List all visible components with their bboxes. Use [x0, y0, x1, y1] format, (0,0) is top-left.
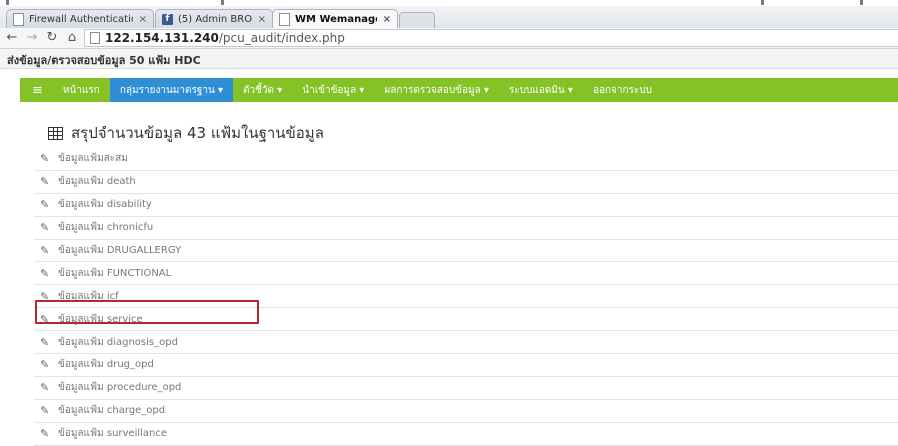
- tab-title: Firewall Authentication: [29, 13, 133, 25]
- url-path: /pcu_audit/index.php: [218, 31, 345, 45]
- edit-icon: ✎: [40, 221, 50, 235]
- tab-wm-wemanager[interactable]: WM Wemanager ×: [272, 9, 398, 28]
- list-item[interactable]: ✎ ข้อมูลแฟ้มสะสม: [34, 148, 898, 171]
- tab-title: (5) Admin BRO: [178, 13, 252, 25]
- menu-standard-reports[interactable]: กลุ่มรายงานมาตรฐาน ▾: [109, 78, 234, 102]
- edit-icon: ✎: [40, 404, 50, 418]
- list-item-label[interactable]: ข้อมูลแฟ้ม surveillance: [58, 426, 167, 441]
- close-icon[interactable]: ×: [258, 14, 266, 25]
- list-item-label[interactable]: ข้อมูลแฟ้ม DRUGALLERGY: [58, 243, 181, 258]
- tab-title: WM Wemanager: [295, 13, 377, 25]
- table-icon: [48, 126, 63, 140]
- page-icon: [13, 12, 24, 26]
- list-item-label[interactable]: ข้อมูลแฟ้ม drug_opd: [58, 357, 154, 372]
- tab-admin-bro[interactable]: f (5) Admin BRO ×: [155, 9, 273, 28]
- edit-icon: ✎: [40, 244, 50, 257]
- main-menu: ≡ หน้าแรก กลุ่มรายงานมาตรฐาน ▾ ตัวชี้วัด…: [20, 78, 898, 102]
- reload-icon[interactable]: ↻: [44, 29, 60, 47]
- list-item-label[interactable]: ข้อมูลแฟ้ม charge_opd: [58, 403, 165, 418]
- tab-firewall-authentication[interactable]: Firewall Authentication ×: [6, 9, 154, 28]
- menu-import-data[interactable]: นำเข้าข้อมูล ▾: [292, 78, 374, 102]
- page-info-icon[interactable]: [90, 32, 100, 44]
- home-icon[interactable]: ⌂: [64, 29, 80, 47]
- list-item-label[interactable]: ข้อมูลแฟ้มสะสม: [58, 151, 128, 166]
- menu-check-results[interactable]: ผลการตรวจสอบข้อมูล ▾: [374, 78, 499, 102]
- list-item[interactable]: ✎ ข้อมูลแฟ้ม surveillance: [34, 423, 898, 446]
- facebook-icon: f: [162, 13, 173, 25]
- site-header: ส่งข้อมูล/ตรวจสอบข้อมูล 50 แฟ้ม HDC: [0, 49, 898, 69]
- close-icon[interactable]: ×: [139, 14, 147, 25]
- heading-text: สรุปจำนวนข้อมูล 43 แฟ้มในฐานข้อมูล: [71, 124, 324, 142]
- url-host: 122.154.131.240: [105, 31, 219, 45]
- close-icon[interactable]: ×: [383, 14, 391, 25]
- list-item-label[interactable]: ข้อมูลแฟ้ม procedure_opd: [58, 380, 181, 395]
- edit-icon: ✎: [40, 175, 50, 189]
- list-item[interactable]: ✎ ข้อมูลแฟ้ม charge_opd: [34, 400, 898, 423]
- file-list: ✎ ข้อมูลแฟ้มสะสม ✎ ข้อมูลแฟ้ม death ✎ ข้อมู…: [34, 148, 898, 446]
- hamburger-menu-icon[interactable]: ≡: [20, 78, 53, 102]
- tick-mark: [761, 0, 764, 5]
- menu-indicators[interactable]: ตัวชี้วัด ▾: [233, 78, 292, 102]
- list-item-label[interactable]: ข้อมูลแฟ้ม FUNCTIONAL: [58, 266, 171, 281]
- list-item-label[interactable]: ข้อมูลแฟ้ม disability: [58, 197, 152, 212]
- edit-icon: ✎: [40, 427, 50, 441]
- forward-arrow-icon[interactable]: →: [24, 29, 40, 47]
- list-item[interactable]: ✎ ข้อมูลแฟ้ม disability: [34, 194, 898, 217]
- address-bar[interactable]: 122.154.131.240/pcu_audit/index.php: [84, 29, 898, 47]
- list-item[interactable]: ✎ ข้อมูลแฟ้ม drug_opd: [34, 354, 898, 377]
- menu-logout[interactable]: ออกจากระบบ: [583, 78, 662, 102]
- list-item-label[interactable]: ข้อมูลแฟ้ม chronicfu: [58, 220, 153, 235]
- menu-home[interactable]: หน้าแรก: [53, 78, 110, 102]
- site-title[interactable]: ส่งข้อมูล/ตรวจสอบข้อมูล 50 แฟ้ม HDC: [7, 51, 201, 69]
- list-item[interactable]: ✎ ข้อมูลแฟ้ม chronicfu: [34, 217, 898, 240]
- edit-icon: ✎: [40, 335, 50, 349]
- list-item[interactable]: ✎ ข้อมูลแฟ้ม diagnosis_opd: [34, 331, 898, 355]
- new-tab-button[interactable]: [399, 12, 435, 28]
- list-item[interactable]: ✎ ข้อมูลแฟ้ม FUNCTIONAL: [34, 262, 898, 286]
- browser-nav-bar: ← → ↻ ⌂ 122.154.131.240/pcu_audit/index.…: [0, 28, 898, 49]
- browser-tab-bar: Firewall Authentication × f (5) Admin BR…: [0, 6, 898, 29]
- back-arrow-icon[interactable]: ←: [4, 29, 20, 47]
- edit-icon: ✎: [40, 198, 50, 212]
- edit-icon: ✎: [40, 381, 50, 395]
- list-item-label[interactable]: ข้อมูลแฟ้ม death: [58, 174, 136, 189]
- tick-mark: [221, 0, 224, 5]
- tick-mark: [6, 0, 9, 5]
- list-item-label[interactable]: ข้อมูลแฟ้ม diagnosis_opd: [58, 335, 178, 350]
- page-heading: สรุปจำนวนข้อมูล 43 แฟ้มในฐานข้อมูล: [48, 121, 324, 145]
- highlight-box: [35, 300, 259, 324]
- list-item[interactable]: ✎ ข้อมูลแฟ้ม DRUGALLERGY: [34, 240, 898, 263]
- page-icon: [279, 12, 290, 26]
- menu-admin[interactable]: ระบบแอดมิน ▾: [499, 78, 583, 102]
- tick-mark: [860, 0, 863, 5]
- edit-icon: ✎: [40, 152, 50, 166]
- edit-icon: ✎: [40, 266, 50, 280]
- list-item[interactable]: ✎ ข้อมูลแฟ้ม death: [34, 171, 898, 194]
- list-item[interactable]: ✎ ข้อมูลแฟ้ม procedure_opd: [34, 377, 898, 400]
- edit-icon: ✎: [40, 358, 50, 372]
